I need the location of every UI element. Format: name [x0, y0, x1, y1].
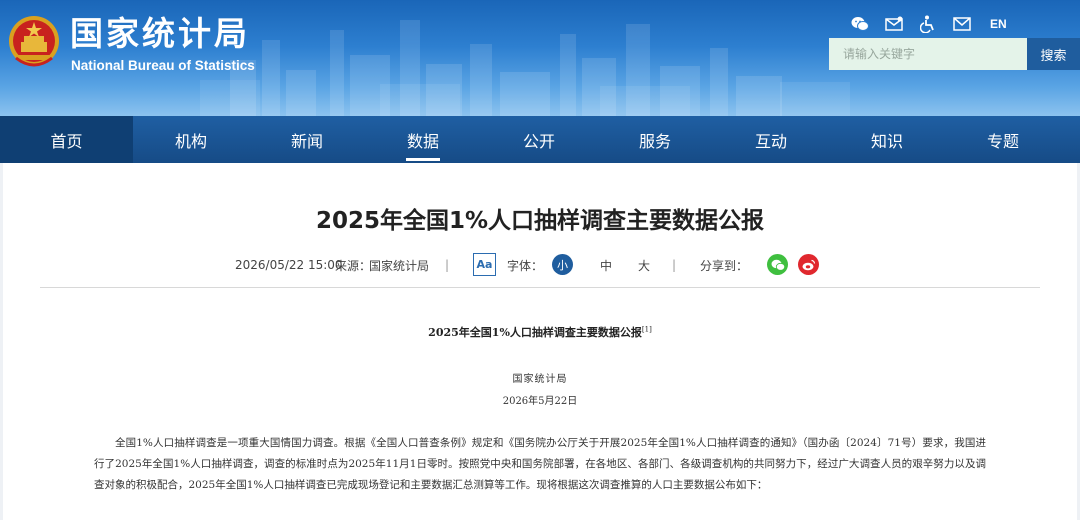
body-paragraph: 全国1%人口抽样调查是一项重大国情国力调查。根据《全国人口普查条例》规定和《国务…: [94, 437, 986, 491]
language-switch-en[interactable]: EN: [990, 17, 1007, 31]
source-value: 国家统计局: [369, 258, 430, 273]
search-button[interactable]: 搜索: [1027, 38, 1080, 70]
document-title: 2025年全国1%人口抽样调查主要数据公报[1]: [0, 324, 1080, 340]
source-label: 来源：: [335, 258, 372, 273]
nav-item-news[interactable]: 新闻: [249, 116, 365, 163]
search-input[interactable]: [829, 38, 1027, 70]
accessibility-icon[interactable]: [918, 14, 938, 34]
meta-separator: |: [672, 258, 677, 272]
weibo-share-icon[interactable]: [798, 254, 819, 275]
font-medium-button[interactable]: 中: [600, 251, 612, 279]
nav-item-interaction[interactable]: 互动: [713, 116, 829, 163]
site-subtitle: National Bureau of Statistics: [71, 58, 255, 73]
nav-item-service[interactable]: 服务: [597, 116, 713, 163]
article-title: 2025年全国1%人口抽样调查主要数据公报: [315, 208, 765, 234]
footnote-ref[interactable]: [1]: [642, 325, 652, 333]
article-content: 2025年全国1%人口抽样调查主要数据公报 2026/05/22 15:00 来…: [0, 163, 1080, 520]
content-divider: [40, 287, 1040, 288]
national-emblem-logo: [9, 16, 59, 67]
document-author: 国家统计局: [512, 374, 568, 385]
meta-separator: |: [445, 258, 450, 272]
font-label: 字体：: [507, 258, 544, 273]
main-nav: 首页 机构 新闻 数据 公开 服务 互动 知识 专题: [0, 116, 1080, 163]
nav-item-data[interactable]: 数据: [365, 116, 481, 163]
nav-item-home[interactable]: 首页: [0, 116, 133, 163]
nav-item-public[interactable]: 公开: [481, 116, 597, 163]
font-large-button[interactable]: 大: [638, 251, 650, 279]
mail-icon[interactable]: [884, 14, 904, 34]
document-date: 2026年5月22日: [502, 396, 578, 407]
site-header: 国家统计局 National Bureau of Statistics EN 请…: [0, 0, 1080, 116]
share-label: 分享到：: [700, 258, 749, 273]
site-title: 国家统计局: [70, 14, 250, 53]
article-meta: 2026/05/22 15:00 来源： 国家统计局 | Aa 字体： 小 中 …: [0, 251, 1080, 279]
header-utility-icons: EN: [850, 13, 1007, 35]
publish-date: 2026/05/22 15:00: [235, 258, 343, 272]
wechat-icon[interactable]: [850, 14, 870, 34]
envelope-icon[interactable]: [952, 14, 972, 34]
document-title-text: 2025年全国1%人口抽样调查主要数据公报: [428, 326, 642, 339]
nav-item-knowledge[interactable]: 知识: [829, 116, 945, 163]
wechat-share-icon[interactable]: [767, 254, 788, 275]
nav-item-topics[interactable]: 专题: [945, 116, 1061, 163]
font-size-icon[interactable]: Aa: [473, 253, 496, 276]
font-small-button[interactable]: 小: [552, 254, 573, 275]
nav-item-organization[interactable]: 机构: [133, 116, 249, 163]
